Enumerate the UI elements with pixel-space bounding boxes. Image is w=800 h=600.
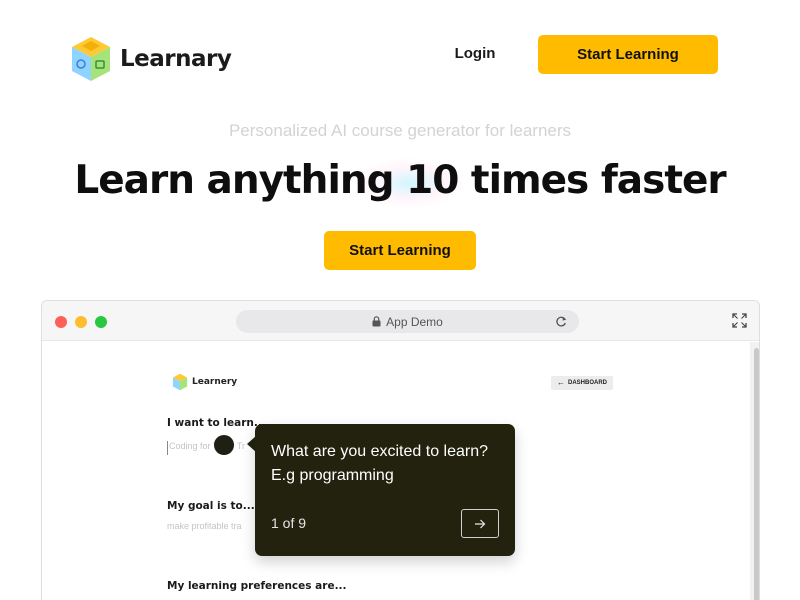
scrollbar-thumb[interactable]	[754, 348, 759, 600]
expand-icon[interactable]	[732, 313, 747, 328]
address-bar[interactable]: App Demo	[236, 310, 579, 333]
reload-icon[interactable]	[555, 315, 567, 328]
tooltip-message: What are you excited to learn? E.g progr…	[271, 443, 489, 484]
window-minimize-button[interactable]	[75, 316, 87, 328]
dashboard-button-label: DASHBOARD	[568, 380, 607, 386]
demo-brand-name: Learnery	[192, 377, 238, 387]
learn-topic-input[interactable]: Coding for Tinny Tr	[167, 441, 257, 455]
brand-name: Learnary	[120, 46, 232, 72]
tour-highlight-dot	[214, 435, 234, 455]
demo-brand-logo[interactable]: Learnery	[172, 373, 237, 391]
hero-tagline: Personalized AI course generator for lea…	[228, 121, 572, 140]
window-titlebar: App Demo	[42, 301, 759, 341]
header-start-learning-button[interactable]: Start Learning	[538, 35, 718, 74]
question-label-preferences: My learning preferences are...	[167, 580, 347, 592]
tour-tooltip: What are you excited to learn? E.g progr…	[255, 424, 515, 556]
address-bar-content: App Demo	[236, 310, 579, 333]
tooltip-next-button[interactable]	[461, 509, 499, 538]
hero-start-learning-button[interactable]: Start Learning	[324, 231, 476, 270]
hero-headline: Learn anything 10 times faster	[74, 158, 726, 203]
brand-logo[interactable]: Learnary	[70, 35, 232, 83]
question-label-goal: My goal is to...	[167, 500, 255, 512]
address-bar-label: App Demo	[386, 314, 443, 329]
tooltip-step-counter: 1 of 9	[271, 515, 307, 531]
arrow-right-icon	[475, 519, 486, 528]
cube-logo-icon	[72, 37, 110, 81]
arrow-left-icon: ←	[557, 378, 565, 387]
lock-icon	[372, 316, 381, 327]
question-label-learn: I want to learn...	[167, 417, 266, 429]
dashboard-button[interactable]: ← DASHBOARD	[551, 376, 613, 390]
login-link[interactable]: Login	[436, 43, 514, 65]
window-close-button[interactable]	[55, 316, 67, 328]
goal-input[interactable]: make profitable tra	[167, 521, 252, 535]
window-maximize-button[interactable]	[95, 316, 107, 328]
cube-logo-icon	[172, 373, 188, 391]
